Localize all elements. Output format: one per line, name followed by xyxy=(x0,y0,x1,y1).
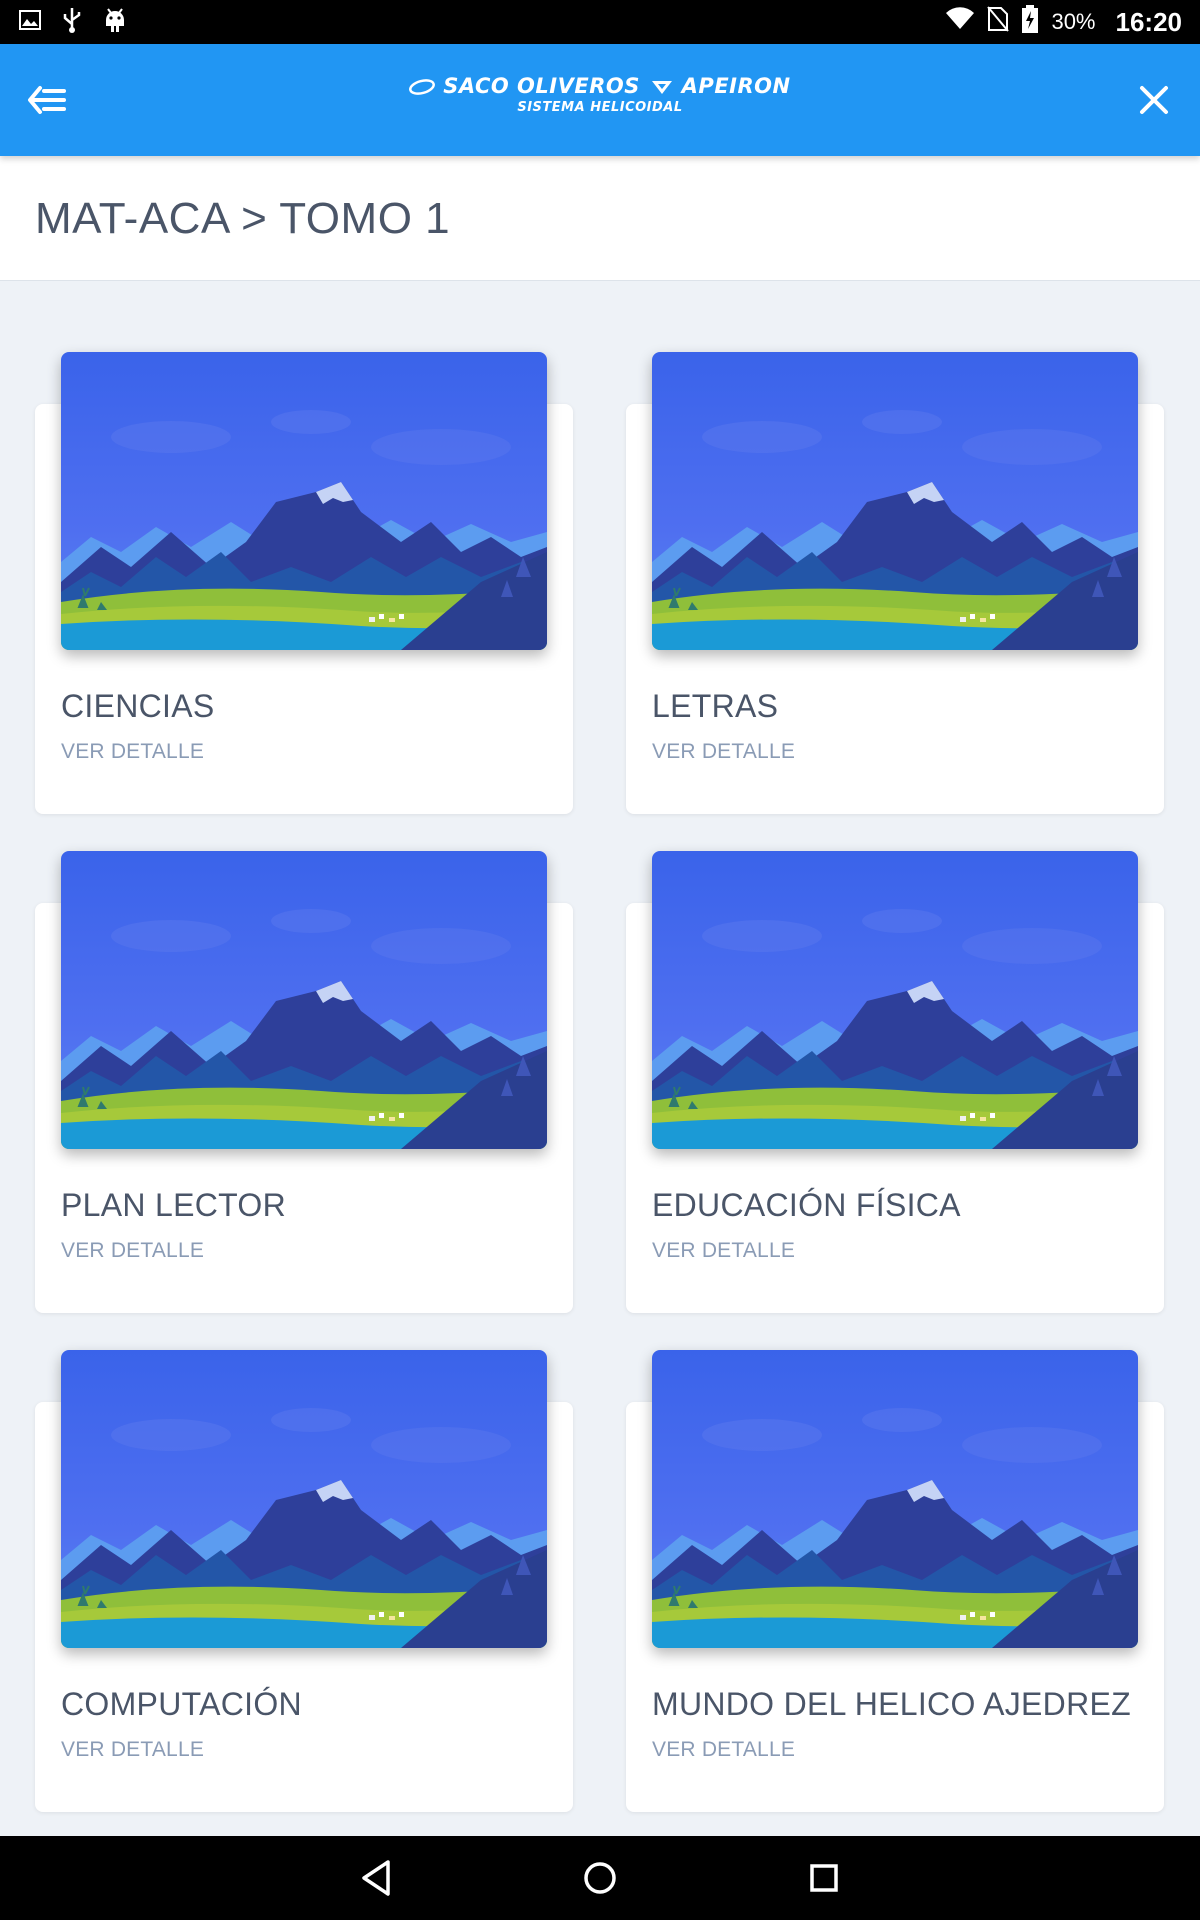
battery-charging-icon xyxy=(1021,5,1039,39)
brand-subtitle: SISTEMA HELICOIDAL xyxy=(517,100,683,115)
card-image xyxy=(652,352,1138,650)
card-detail-link[interactable]: VER DETALLE xyxy=(61,1239,204,1263)
status-system: 30% 16:20 xyxy=(945,0,1182,44)
status-notifications xyxy=(18,6,128,38)
card-detail-link[interactable]: VER DETALLE xyxy=(61,1738,204,1762)
battery-percent: 30% xyxy=(1051,9,1096,34)
back-arrow-menu-icon xyxy=(26,86,70,124)
card-educacion-fisica[interactable]: EDUCACIÓN FÍSICA VER DETALLE xyxy=(626,851,1164,1313)
card-detail-link[interactable]: VER DETALLE xyxy=(652,1738,795,1762)
card-computacion[interactable]: COMPUTACIÓN VER DETALLE xyxy=(35,1350,573,1812)
brand-right: APEIRON xyxy=(650,74,791,98)
card-detail-link[interactable]: VER DETALLE xyxy=(61,740,204,764)
card-ciencias[interactable]: CIENCIAS VER DETALLE xyxy=(35,352,573,814)
card-image xyxy=(652,851,1138,1149)
back-triangle-icon xyxy=(354,1860,402,1906)
card-plan-lector[interactable]: PLAN LECTOR VER DETALLE xyxy=(35,851,573,1313)
no-sim-icon xyxy=(987,6,1010,38)
nav-home-button[interactable] xyxy=(576,1854,624,1902)
wifi-icon xyxy=(945,7,975,37)
card-title: COMPUTACIÓN xyxy=(61,1686,302,1722)
android-icon xyxy=(102,6,128,39)
nav-recents-button[interactable] xyxy=(800,1854,848,1902)
back-button[interactable] xyxy=(26,80,70,120)
usb-icon xyxy=(60,6,84,39)
card-image xyxy=(652,1350,1138,1648)
card-title: LETRAS xyxy=(652,688,779,724)
card-title: CIENCIAS xyxy=(61,688,215,724)
status-bar: 30% 16:20 xyxy=(0,0,1200,44)
card-detail-link[interactable]: VER DETALLE xyxy=(652,1239,795,1263)
card-image xyxy=(61,851,547,1149)
system-nav-bar xyxy=(0,1836,1200,1920)
card-letras[interactable]: LETRAS VER DETALLE xyxy=(626,352,1164,814)
brand-logo: SACO OLIVEROS APEIRON SISTEMA HELICOIDAL xyxy=(409,74,790,130)
nav-back-button[interactable] xyxy=(354,1854,402,1902)
recents-square-icon xyxy=(800,1864,848,1906)
card-title: PLAN LECTOR xyxy=(61,1187,287,1223)
clock: 16:20 xyxy=(1115,6,1183,37)
image-icon xyxy=(18,8,42,37)
card-image xyxy=(61,1350,547,1648)
card-title: MUNDO DEL HELICO AJEDREZ xyxy=(652,1686,1131,1722)
close-button[interactable] xyxy=(1132,78,1176,122)
card-detail-link[interactable]: VER DETALLE xyxy=(652,740,795,764)
close-icon xyxy=(1132,86,1176,126)
brand-left: SACO OLIVEROS xyxy=(409,74,639,98)
breadcrumb-header: MAT-ACA > TOMO 1 xyxy=(0,156,1200,281)
home-circle-icon xyxy=(576,1862,624,1906)
card-image xyxy=(61,352,547,650)
app-bar: SACO OLIVEROS APEIRON SISTEMA HELICOIDAL xyxy=(0,44,1200,156)
breadcrumb: MAT-ACA > TOMO 1 xyxy=(35,194,451,243)
card-title: EDUCACIÓN FÍSICA xyxy=(652,1187,961,1223)
card-mundo-del-helico-ajedrez[interactable]: MUNDO DEL HELICO AJEDREZ VER DETALLE xyxy=(626,1350,1164,1812)
